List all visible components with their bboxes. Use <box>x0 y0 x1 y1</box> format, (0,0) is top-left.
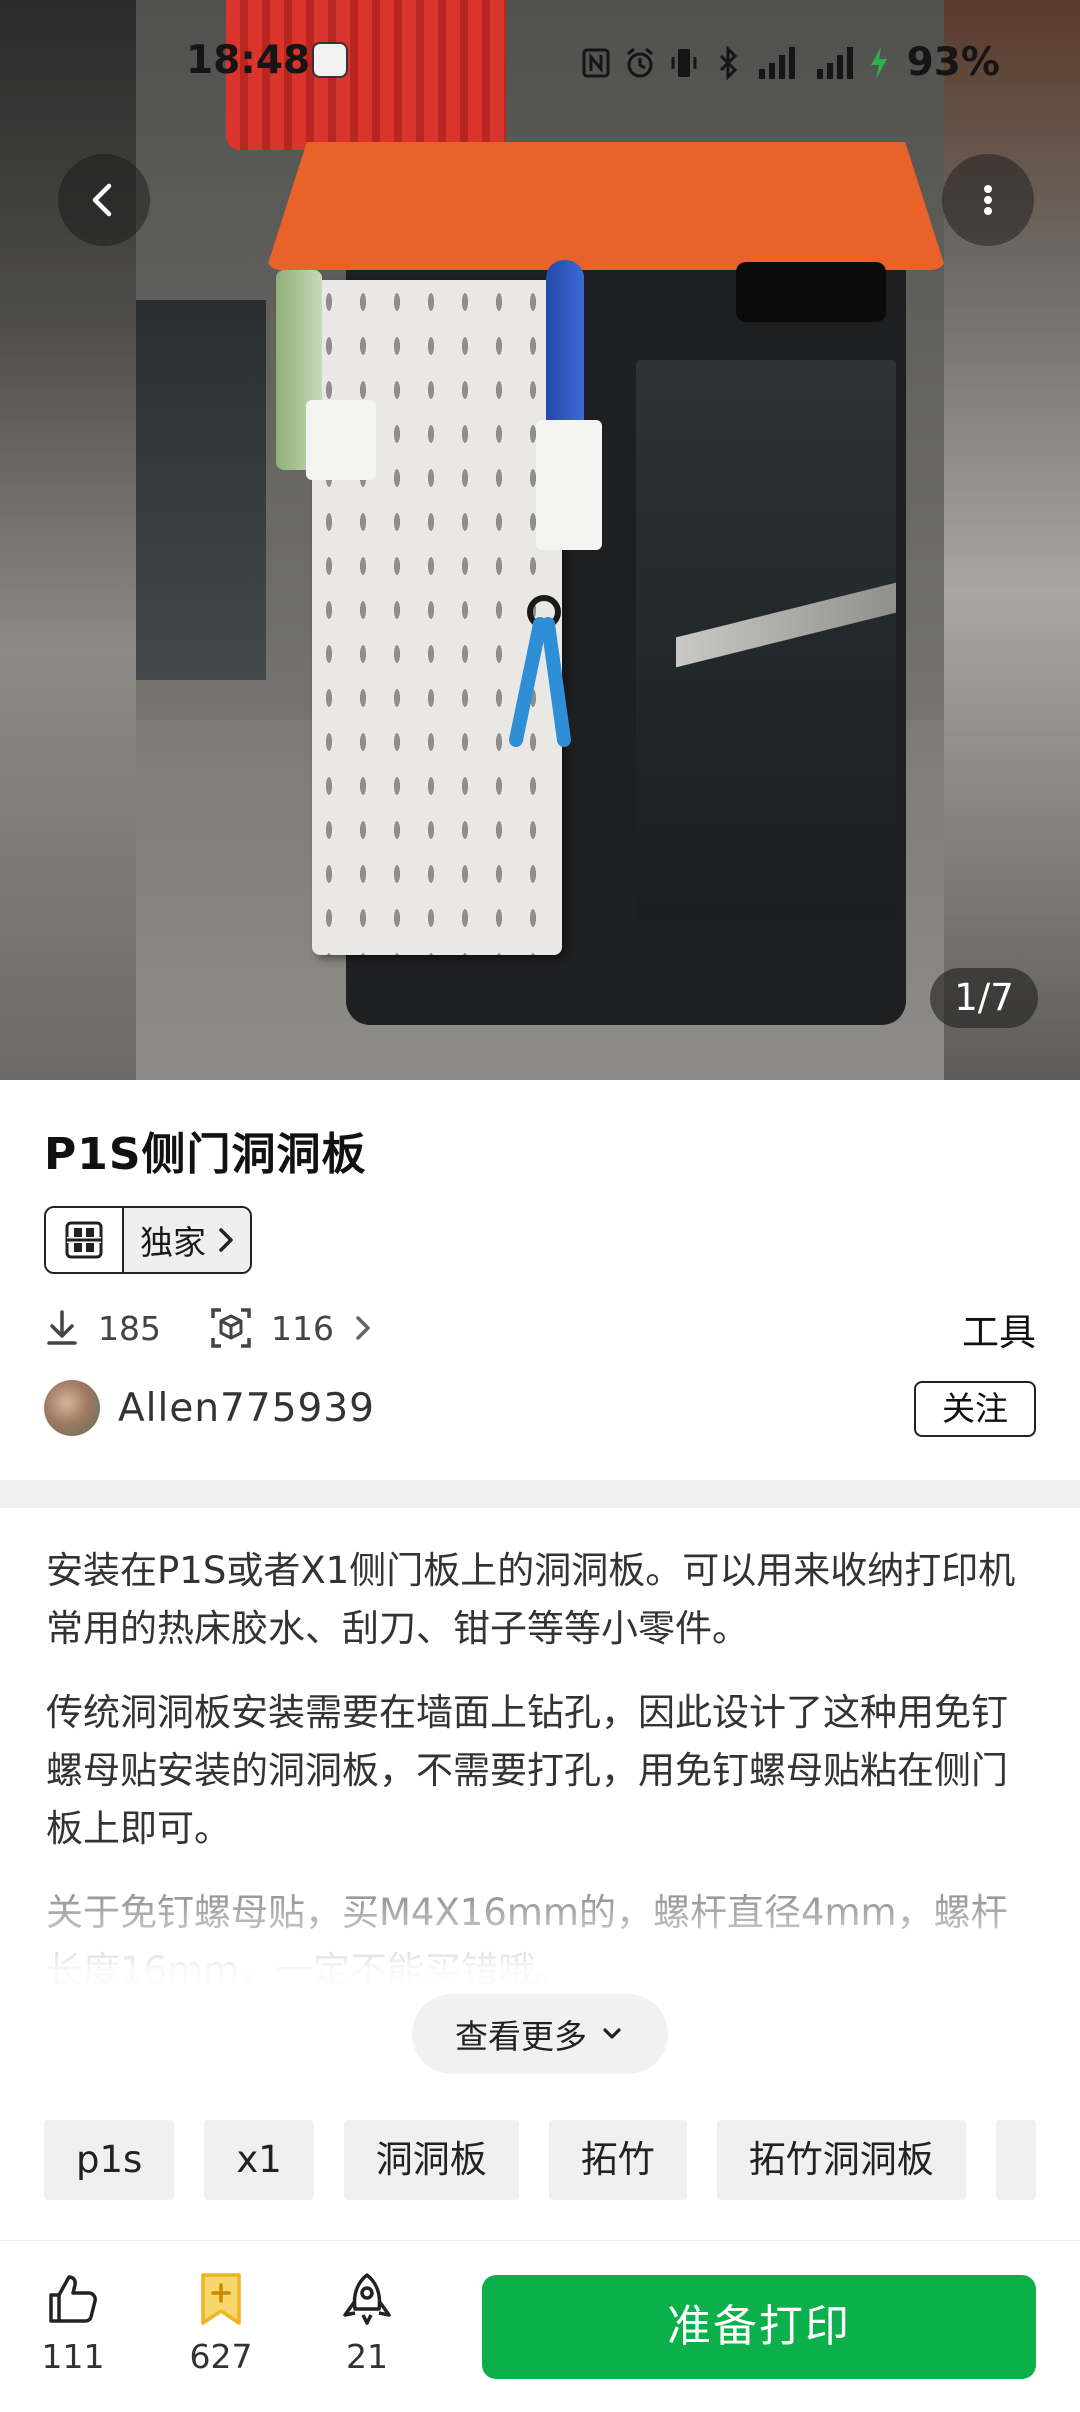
nfc-icon <box>582 48 610 77</box>
like-count: 111 <box>41 2337 105 2376</box>
more-vertical-icon <box>984 185 992 215</box>
status-time: 18:48 <box>186 38 311 83</box>
tag-chip[interactable]: 拓竹 <box>548 2120 687 2200</box>
status-bar: 18:48 93% <box>0 0 1080 120</box>
badge-label-group: 独家 <box>124 1208 250 1272</box>
like-button[interactable]: 111 <box>18 2271 128 2376</box>
charging-icon <box>870 46 887 79</box>
print-count-value: 116 <box>271 1308 334 1348</box>
photo-marker-holder <box>536 420 602 550</box>
boost-count: 21 <box>346 2337 388 2376</box>
thumbs-up-icon <box>49 2275 97 2323</box>
notification-avatar-icon <box>312 42 348 78</box>
category-label[interactable]: 工具 <box>962 1302 1036 1356</box>
model-detail-page: 1/7 18:48 93% P1S侧门洞洞板 独家 185 116 工具 All… <box>0 0 1080 2412</box>
gallery-counter: 1/7 <box>930 968 1038 1028</box>
follow-button[interactable]: 关注 <box>914 1381 1036 1437</box>
image-gallery[interactable]: 1/7 <box>0 0 1080 1080</box>
vibrate-icon <box>671 48 697 77</box>
author-name[interactable]: Allen775939 <box>118 1386 375 1431</box>
prepare-print-button[interactable]: 准备打印 <box>482 2275 1036 2379</box>
bookmark-add-icon <box>201 2273 241 2325</box>
author-row[interactable]: Allen775939 <box>44 1380 375 1436</box>
show-more-label: 查看更多 <box>455 2017 587 2056</box>
tag-chip[interactable]: x1 <box>204 2120 314 2200</box>
alarm-icon <box>626 47 653 77</box>
tag-chip-overflow[interactable] <box>995 2120 1036 2200</box>
chevron-left-icon <box>92 183 112 217</box>
back-button[interactable] <box>58 154 150 246</box>
model-stats: 185 116 <box>44 1300 374 1356</box>
chevron-down-icon <box>603 2028 621 2039</box>
description-paragraph-1: 安装在P1S或者X1侧门板上的洞洞板。可以用来收纳打印机常用的热床胶水、刮刀、钳… <box>46 1549 1016 1650</box>
download-count-value: 185 <box>98 1308 161 1348</box>
boost-button[interactable]: 21 <box>312 2271 422 2376</box>
badge-label: 独家 <box>140 1223 206 1262</box>
more-options-button[interactable] <box>942 154 1034 246</box>
tag-list: p1s x1 洞洞板 拓竹 拓竹洞洞板 <box>44 2120 1080 2200</box>
signal-icon <box>758 46 795 79</box>
status-icons: 93% <box>581 40 1000 85</box>
download-icon <box>47 1310 77 1345</box>
bottom-action-bar: 111 627 21 准备打印 <box>0 2240 1080 2412</box>
show-more-button[interactable]: 查看更多 <box>412 1994 668 2074</box>
model-photo[interactable] <box>136 0 944 1080</box>
photo-glue-holder <box>306 400 376 480</box>
author-avatar[interactable] <box>44 1380 100 1436</box>
battery-percent: 93% <box>906 40 1000 85</box>
photo-pliers <box>509 595 571 747</box>
model-title: P1S侧门洞洞板 <box>44 1129 367 1180</box>
badge-logo-icon <box>46 1208 124 1272</box>
download-count: 185 <box>44 1308 161 1348</box>
bluetooth-icon <box>719 44 737 81</box>
chevron-right-icon <box>356 1316 370 1340</box>
section-divider <box>0 1480 1080 1508</box>
photo-background-window <box>136 300 266 680</box>
description-fade <box>0 1900 1080 2000</box>
5g-signal-icon <box>816 46 853 79</box>
tag-chip[interactable]: 洞洞板 <box>343 2120 519 2200</box>
3d-print-icon <box>211 1308 251 1348</box>
photo-printer-screen <box>736 262 886 322</box>
tag-chip[interactable]: 拓竹洞洞板 <box>716 2120 966 2200</box>
description-paragraph-2: 传统洞洞板安装需要在墙面上钻孔，因此设计了这种用免钉螺母贴安装的洞洞板，不需要打… <box>46 1691 1008 1850</box>
exclusive-badge[interactable]: 独家 <box>44 1206 252 1274</box>
chevron-right-icon <box>219 1228 233 1252</box>
rocket-icon <box>343 2273 391 2325</box>
print-count[interactable]: 116 <box>209 1306 374 1350</box>
collect-button[interactable]: 627 <box>166 2271 276 2376</box>
tag-chip[interactable]: p1s <box>44 2120 175 2200</box>
collect-count: 627 <box>189 2337 253 2376</box>
